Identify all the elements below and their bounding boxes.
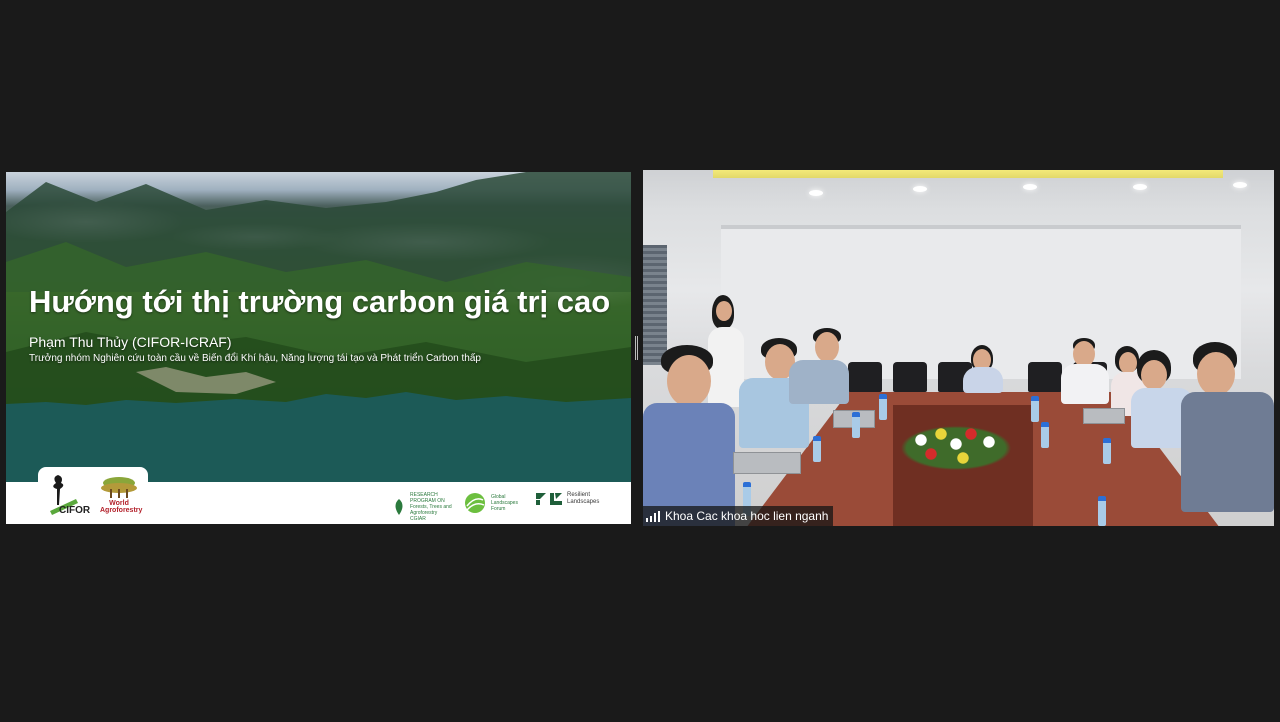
- split-view-resize-handle[interactable]: [635, 336, 638, 360]
- cgiar-fta-logo: RESEARCH PROGRAM ON Forests, Trees and A…: [392, 492, 458, 522]
- glf-logo-text: Global Landscapes Forum: [491, 494, 518, 512]
- glf-logo: Global Landscapes Forum: [463, 492, 521, 514]
- ceiling-light: [809, 190, 823, 196]
- water-bottle: [1041, 422, 1049, 448]
- water-bottle: [813, 436, 821, 462]
- water-bottle: [879, 394, 887, 420]
- cifor-logo-text: CIFOR: [59, 505, 91, 516]
- ceiling-light: [913, 186, 927, 192]
- glf-leaf-icon: [465, 493, 485, 513]
- resilient-landscapes-logo: Resilient Landscapes: [535, 492, 607, 506]
- ceiling-light: [1133, 184, 1147, 190]
- laptop: [733, 452, 801, 474]
- ceiling-light: [1023, 184, 1037, 190]
- water-bottle: [852, 412, 860, 438]
- participant-video[interactable]: [643, 170, 1274, 526]
- ceiling-light: [1233, 182, 1247, 188]
- cgiar-leaf-icon: [395, 499, 403, 515]
- water-edge: [6, 392, 631, 410]
- slide-title: Hướng tới thị trường carbon giá trị cao: [29, 284, 611, 319]
- cgiar-program-text: RESEARCH PROGRAM ON Forests, Trees and A…: [410, 492, 452, 516]
- flower-arrangement: [901, 420, 1011, 470]
- chair: [893, 362, 927, 392]
- cgiar-short-text: CGIAR: [410, 516, 426, 522]
- participant-name-tag: Khoa Cac khoa hoc lien nganh: [643, 506, 834, 526]
- water-bottle: [1031, 396, 1039, 422]
- ceiling-light-strip: [713, 170, 1223, 178]
- slide-author-role: Trưởng nhóm Nghiên cứu toàn cầu về Biến …: [29, 353, 481, 364]
- signal-bars-icon: [646, 510, 660, 522]
- rl-logo-text: Resilient Landscapes: [567, 492, 600, 505]
- chair: [1028, 362, 1062, 392]
- world-agroforestry-logo-text: World Agroforestry: [100, 500, 143, 514]
- rl-mark-icon: [536, 493, 562, 505]
- laptop: [1083, 408, 1125, 424]
- shared-screen-panel[interactable]: Hướng tới thị trường carbon giá trị cao …: [6, 172, 631, 524]
- water-bottle: [1103, 438, 1111, 464]
- window-blinds: [643, 245, 667, 365]
- water-bottle: [1098, 496, 1106, 526]
- participant-name: Khoa Cac khoa hoc lien nganh: [665, 509, 829, 523]
- chair: [848, 362, 882, 392]
- slide-author: Phạm Thu Thủy (CIFOR-ICRAF): [29, 334, 232, 350]
